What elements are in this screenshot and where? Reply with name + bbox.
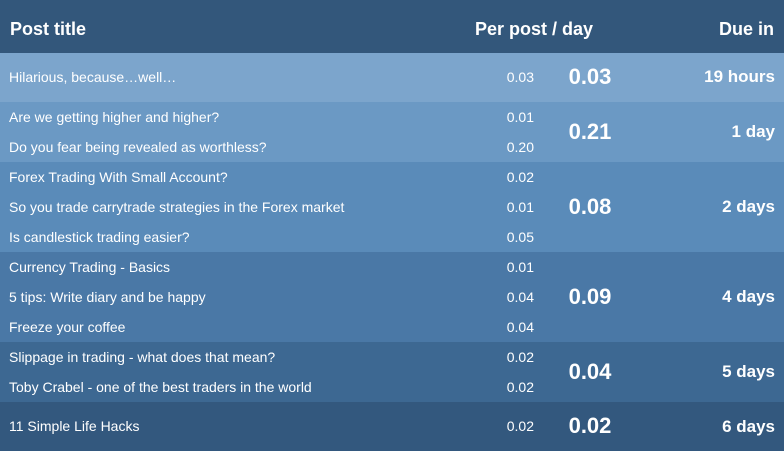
group-sum: 0.21 [568, 119, 612, 144]
post-per-day: 0.02 [506, 349, 534, 365]
header-due-in: Due in [718, 19, 774, 39]
post-per-day: 0.02 [506, 169, 534, 185]
group-sum: 0.09 [568, 284, 612, 309]
post-per-day: 0.02 [506, 418, 534, 434]
post-row[interactable]: Do you fear being revealed as worthless?… [0, 132, 560, 162]
post-title[interactable]: Toby Crabel - one of the best traders in… [9, 372, 312, 402]
group-due: 4 days [722, 287, 775, 306]
post-per-day: 0.04 [506, 319, 534, 335]
post-title[interactable]: 5 tips: Write diary and be happy [9, 282, 206, 312]
post-row[interactable]: Is candlestick trading easier? 0.05 [0, 222, 560, 252]
schedule-group: Forex Trading With Small Account? 0.02 S… [0, 162, 784, 252]
post-per-day: 0.01 [506, 259, 534, 275]
group-due: 1 day [731, 122, 775, 141]
post-title[interactable]: Slippage in trading - what does that mea… [9, 342, 275, 372]
group-due: 6 days [722, 417, 775, 436]
group-sum: 0.08 [568, 194, 612, 219]
post-row[interactable]: Slippage in trading - what does that mea… [0, 342, 560, 372]
schedule-group: Hilarious, because…well… 0.03 0.03 19 ho… [0, 53, 784, 102]
schedule-group: Currency Trading - Basics 0.01 5 tips: W… [0, 252, 784, 342]
group-due: 5 days [722, 362, 775, 381]
post-title[interactable]: Hilarious, because…well… [9, 62, 176, 92]
post-per-day: 0.04 [506, 289, 534, 305]
post-per-day: 0.01 [506, 109, 534, 125]
post-title[interactable]: Freeze your coffee [9, 312, 125, 342]
post-per-day: 0.20 [506, 139, 534, 155]
header-post-title: Post title [10, 19, 87, 39]
schedule-group: Slippage in trading - what does that mea… [0, 342, 784, 402]
header-per-post-day: Per post / day [475, 19, 594, 39]
post-per-day: 0.01 [506, 199, 534, 215]
post-title[interactable]: 11 Simple Life Hacks [9, 411, 139, 441]
post-per-day: 0.05 [506, 229, 534, 245]
post-per-day: 0.02 [506, 379, 534, 395]
post-row[interactable]: Forex Trading With Small Account? 0.02 [0, 162, 560, 192]
group-sum: 0.04 [568, 359, 612, 384]
post-title[interactable]: So you trade carrytrade strategies in th… [9, 192, 344, 222]
post-row[interactable]: Are we getting higher and higher? 0.01 [0, 102, 560, 132]
post-title[interactable]: Forex Trading With Small Account? [9, 162, 228, 192]
post-row[interactable]: 11 Simple Life Hacks 0.02 [0, 411, 560, 441]
post-title[interactable]: Do you fear being revealed as worthless? [9, 132, 267, 162]
post-title[interactable]: Currency Trading - Basics [9, 252, 170, 282]
post-row[interactable]: 5 tips: Write diary and be happy 0.04 [0, 282, 560, 312]
post-row[interactable]: Toby Crabel - one of the best traders in… [0, 372, 560, 402]
table-header: Post title Per post / day Due in [0, 0, 784, 53]
group-sum: 0.03 [568, 64, 612, 89]
group-due: 2 days [722, 197, 775, 216]
post-title[interactable]: Is candlestick trading easier? [9, 222, 190, 252]
group-sum: 0.02 [568, 413, 612, 438]
post-per-day: 0.03 [506, 69, 534, 85]
post-row[interactable]: Currency Trading - Basics 0.01 [0, 252, 560, 282]
group-due: 19 hours [704, 67, 775, 86]
post-row[interactable]: So you trade carrytrade strategies in th… [0, 192, 560, 222]
schedule-group: 11 Simple Life Hacks 0.02 0.02 6 days [0, 402, 784, 451]
post-title[interactable]: Are we getting higher and higher? [9, 102, 219, 132]
schedule-group: Are we getting higher and higher? 0.01 D… [0, 102, 784, 162]
post-row[interactable]: Freeze your coffee 0.04 [0, 312, 560, 342]
post-row[interactable]: Hilarious, because…well… 0.03 [0, 62, 560, 92]
